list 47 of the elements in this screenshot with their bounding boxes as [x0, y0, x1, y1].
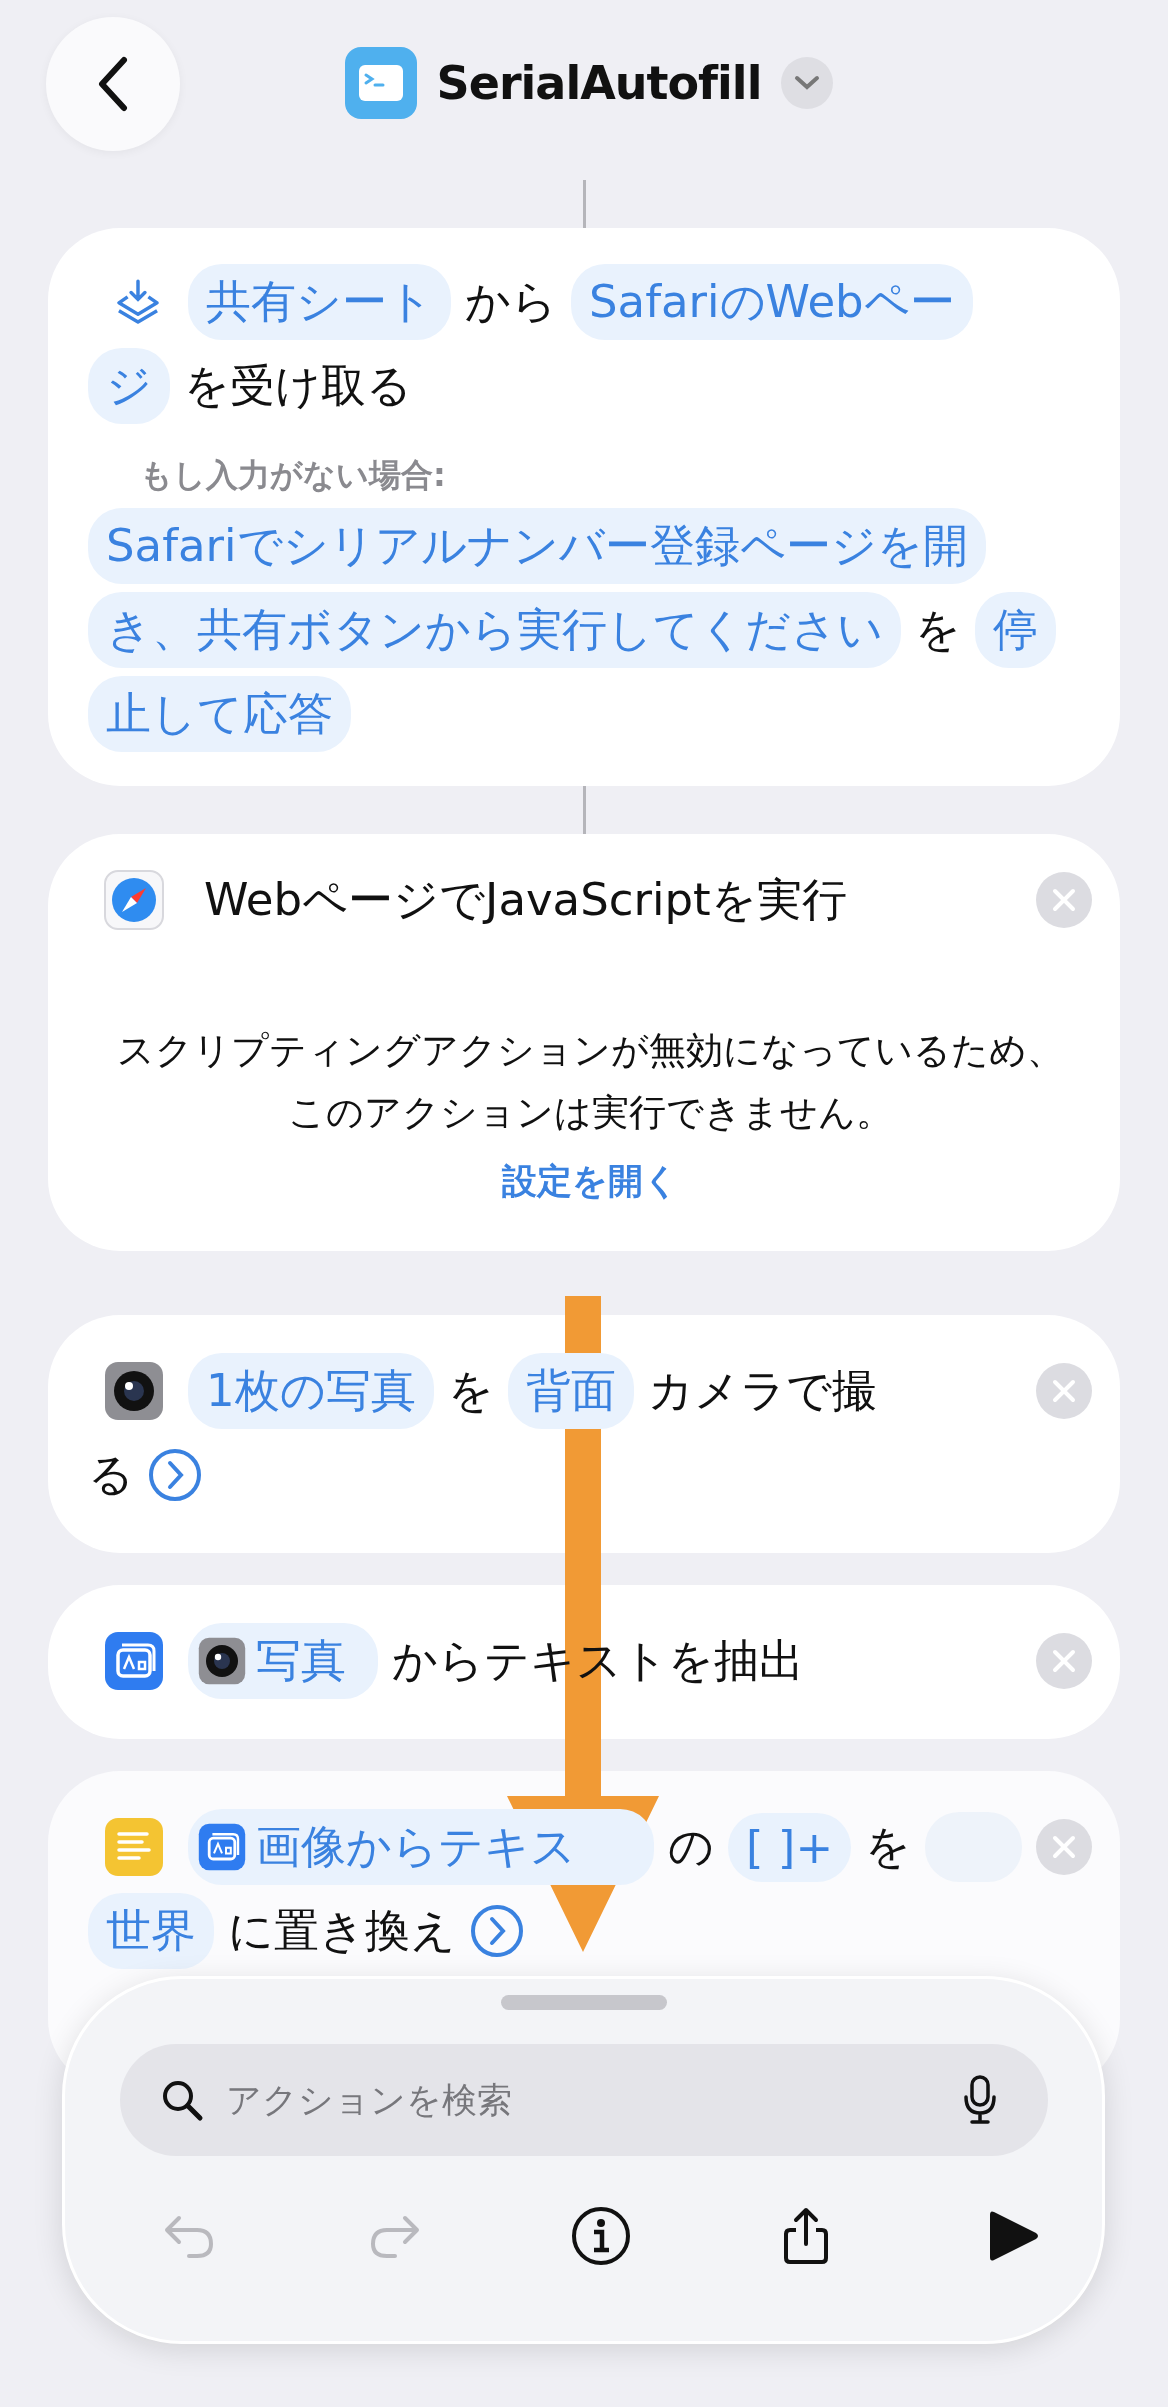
- action-text: カメラで撮: [647, 1363, 877, 1419]
- chevron-right-icon: [148, 1448, 202, 1502]
- variable-token[interactable]: 写真: [188, 1623, 378, 1699]
- variable-token[interactable]: 世界: [88, 1893, 214, 1969]
- expand-button[interactable]: [470, 1904, 524, 1958]
- microphone-icon[interactable]: [961, 2075, 998, 2125]
- chevron-left-icon: [96, 56, 130, 112]
- compass-icon: [104, 870, 164, 930]
- variable-token[interactable]: [ ]+: [728, 1812, 852, 1882]
- variable-token[interactable]: 1枚の写真: [188, 1353, 434, 1429]
- variable-token[interactable]: 背面: [507, 1353, 634, 1429]
- variable-token[interactable]: 止して応答: [88, 676, 351, 752]
- document-scan-icon: [198, 1823, 246, 1871]
- action-text: る: [88, 1447, 134, 1503]
- action-text: を: [865, 1819, 912, 1875]
- text-lines-icon: [104, 1817, 164, 1877]
- close-icon: [1052, 1379, 1076, 1403]
- terminal-icon: [344, 47, 417, 119]
- camera-lens-icon: [198, 1637, 246, 1685]
- variable-token[interactable]: 停: [975, 592, 1056, 668]
- close-icon: [1052, 888, 1076, 912]
- close-icon: [1052, 1649, 1076, 1673]
- variable-token[interactable]: ジ: [88, 348, 170, 424]
- variable-token[interactable]: SafariのWebペー: [571, 264, 973, 340]
- variable-token[interactable]: き、共有ボタンから実行してください: [88, 592, 901, 668]
- fallback-label: もし入力がない場合:: [140, 455, 447, 496]
- shortcut-title: SerialAutofill: [436, 56, 762, 110]
- close-icon: [1052, 1835, 1076, 1859]
- document-scan-icon: [104, 1631, 164, 1691]
- chevron-right-icon: [470, 1904, 524, 1958]
- open-settings-link[interactable]: 設定を開く: [501, 1158, 679, 1205]
- action-text: に置き換え: [228, 1903, 456, 1959]
- variable-token[interactable]: 共有シート: [188, 264, 451, 340]
- action-text: WebページでJavaScriptを実行: [204, 872, 847, 928]
- warning-message: スクリプティングアクションが無効になっているため、このアクションは実行できません。: [115, 1028, 1065, 1136]
- expand-button[interactable]: [148, 1448, 202, 1502]
- variable-token[interactable]: 画像からテキス: [188, 1809, 654, 1885]
- action-text: を受け取る: [184, 358, 412, 414]
- drag-handle[interactable]: [500, 1995, 667, 2010]
- action-text: を: [447, 1363, 494, 1419]
- variable-token[interactable]: Safariでシリアルナンバー登録ページを開: [88, 508, 986, 584]
- action-text: の: [668, 1819, 714, 1875]
- search-field[interactable]: アクションを検索: [119, 2044, 1048, 2156]
- action-text: を: [915, 602, 961, 658]
- camera-lens-icon: [104, 1361, 164, 1421]
- action-text: から: [465, 274, 557, 330]
- chevron-down-icon: [794, 75, 821, 91]
